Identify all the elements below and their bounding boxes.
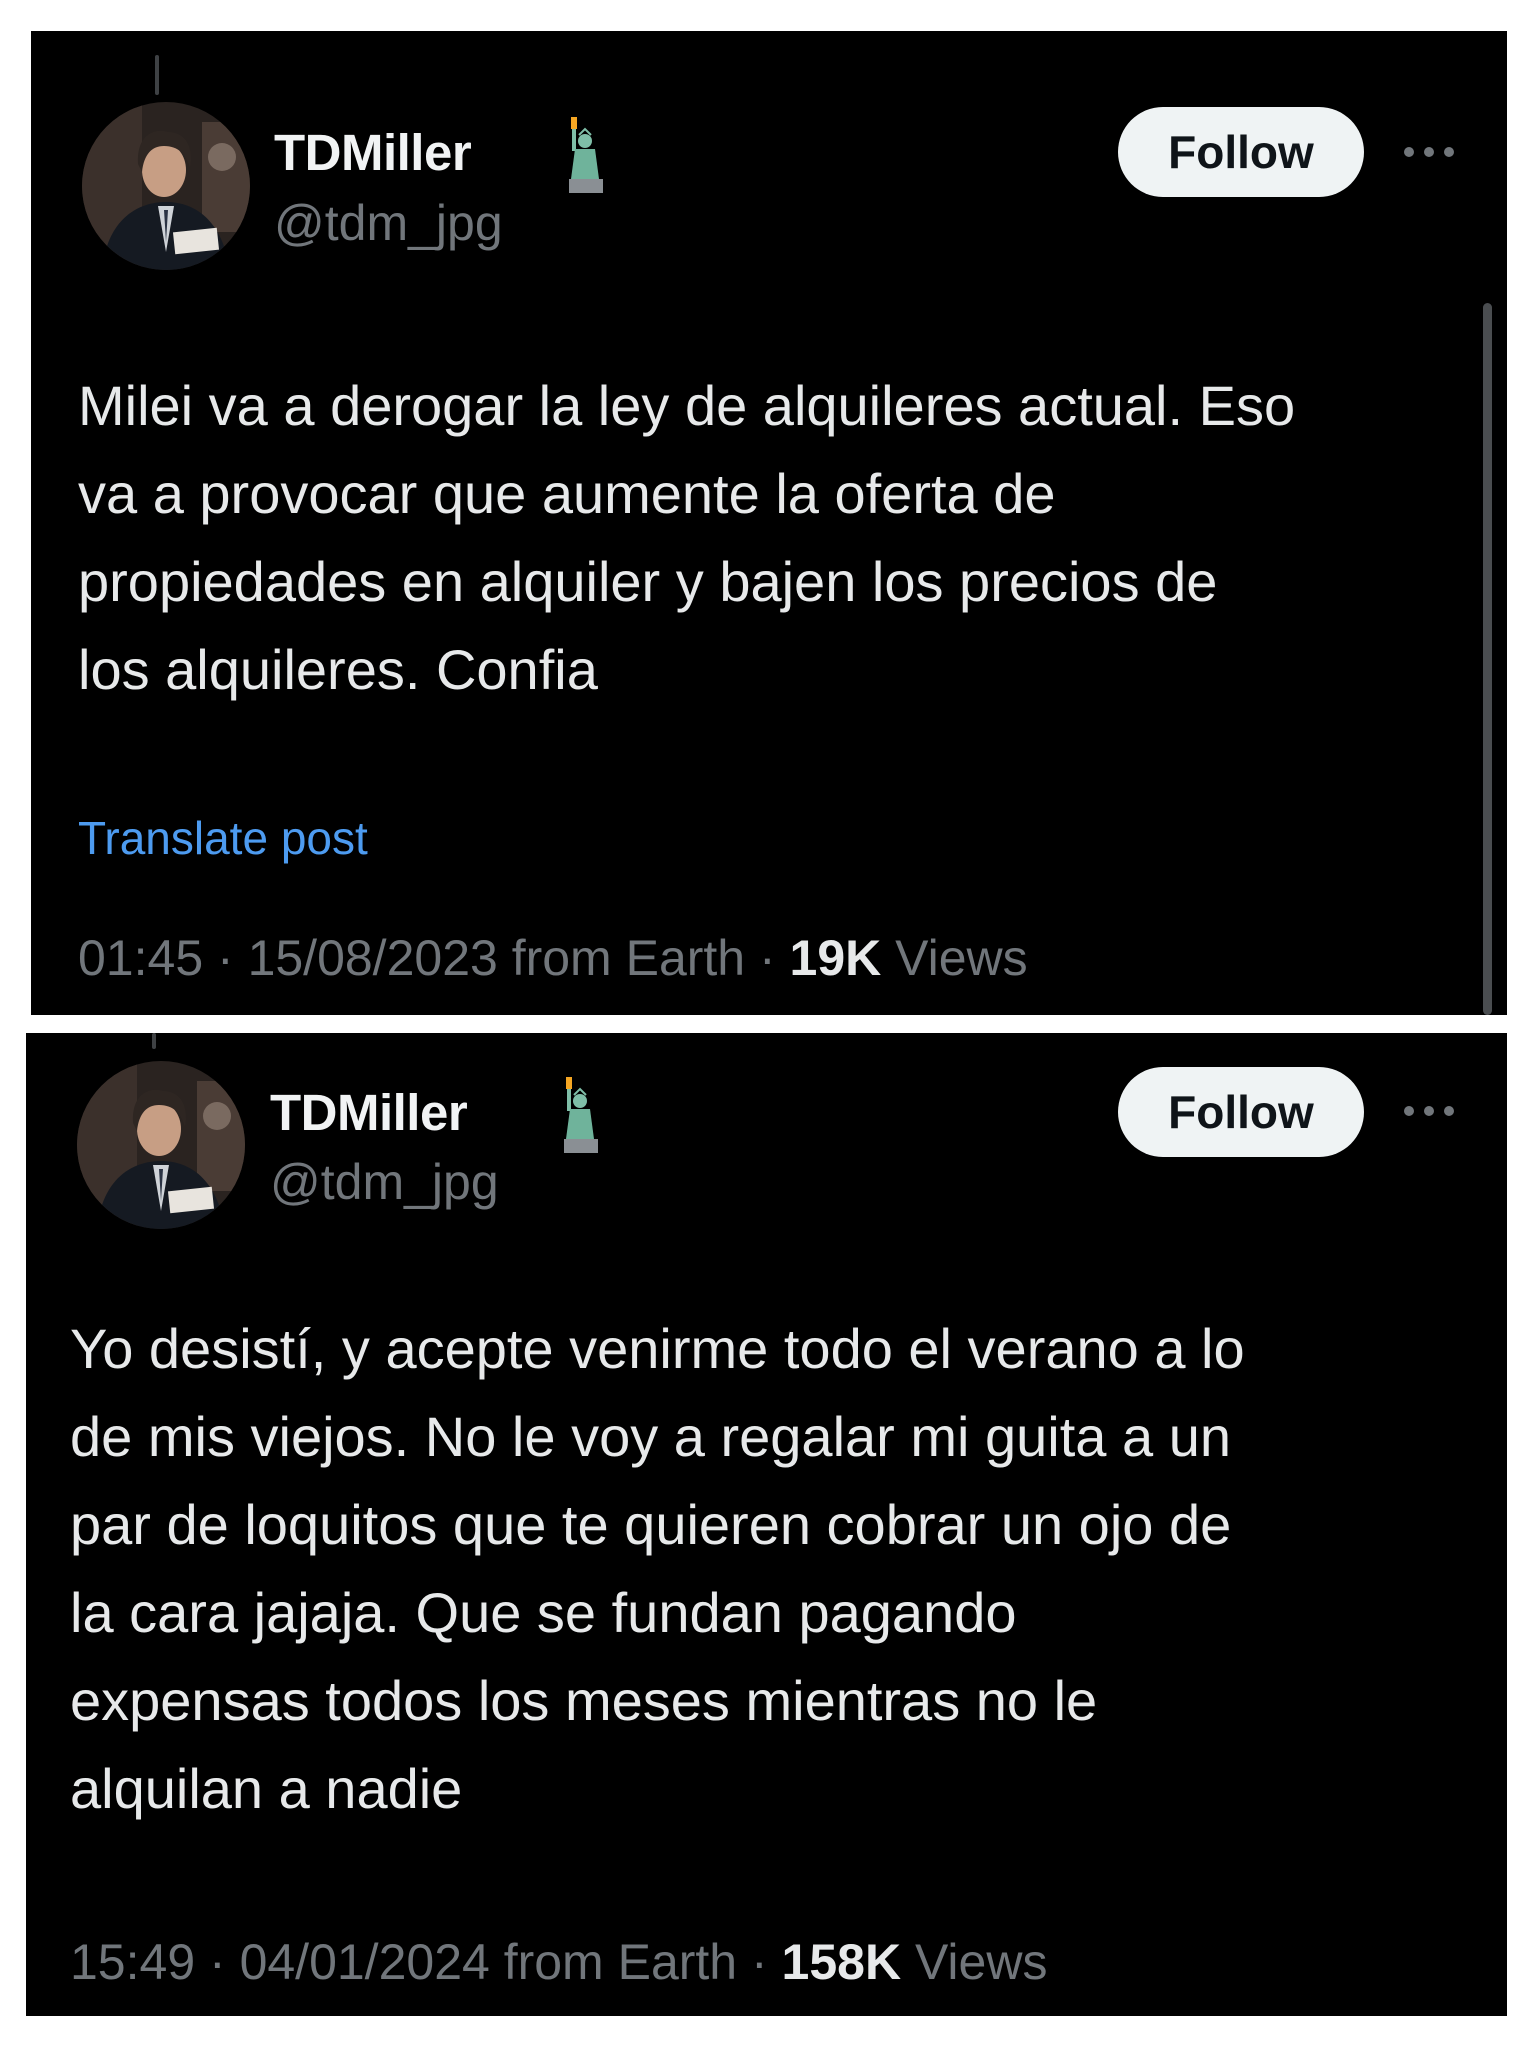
translate-post-link[interactable]: Translate post — [78, 811, 368, 865]
more-dots-icon[interactable] — [1401, 144, 1457, 160]
post-time[interactable]: 15:49 — [70, 1934, 195, 1990]
views-label[interactable]: Views — [901, 1934, 1047, 1990]
post-meta: 01:45 · 15/08/2023 from Earth · 19K View… — [78, 929, 1028, 987]
follow-button[interactable]: Follow — [1118, 1067, 1364, 1157]
meta-separator: · — [195, 1934, 240, 1990]
post-date[interactable]: 15/08/2023 — [248, 930, 498, 986]
statue-of-liberty-icon — [569, 117, 603, 193]
avatar[interactable] — [77, 1061, 245, 1229]
post-location: from Earth — [497, 930, 746, 986]
views-count[interactable]: 158K — [782, 1934, 902, 1990]
post-text: Milei va a derogar la ley de alquileres … — [78, 374, 1296, 701]
post-location: from Earth — [489, 1934, 738, 1990]
thread-line — [152, 1033, 156, 1049]
post-meta: 15:49 · 04/01/2024 from Earth · 158K Vie… — [70, 1933, 1047, 1991]
avatar-image — [82, 102, 250, 270]
post-card-2: TDMiller @tdm_jpg Follow Yo desistí, y a… — [26, 1033, 1507, 2016]
avatar-image — [77, 1061, 245, 1229]
author-display-name[interactable]: TDMiller — [274, 123, 472, 182]
author-handle[interactable]: @tdm_jpg — [270, 1153, 499, 1211]
views-count[interactable]: 19K — [790, 930, 882, 986]
more-dots-icon[interactable] — [1401, 1103, 1457, 1119]
thread-line — [155, 55, 159, 95]
post-time[interactable]: 01:45 — [78, 930, 203, 986]
author-handle[interactable]: @tdm_jpg — [274, 194, 503, 252]
follow-button[interactable]: Follow — [1118, 107, 1364, 197]
meta-separator: · — [745, 930, 790, 986]
post-text: Yo desistí, y acepte venirme todo el ver… — [70, 1317, 1245, 1820]
post-date[interactable]: 04/01/2024 — [240, 1934, 490, 1990]
meta-separator: · — [737, 1934, 782, 1990]
statue-of-liberty-icon — [564, 1077, 598, 1153]
views-label[interactable]: Views — [881, 930, 1027, 986]
author-display-name[interactable]: TDMiller — [270, 1083, 468, 1142]
avatar[interactable] — [82, 102, 250, 270]
scrollbar-thumb[interactable] — [1483, 303, 1492, 1015]
post-card-1: TDMiller @tdm_jpg Follow Milei va a dero… — [31, 31, 1507, 1015]
meta-separator: · — [203, 930, 248, 986]
